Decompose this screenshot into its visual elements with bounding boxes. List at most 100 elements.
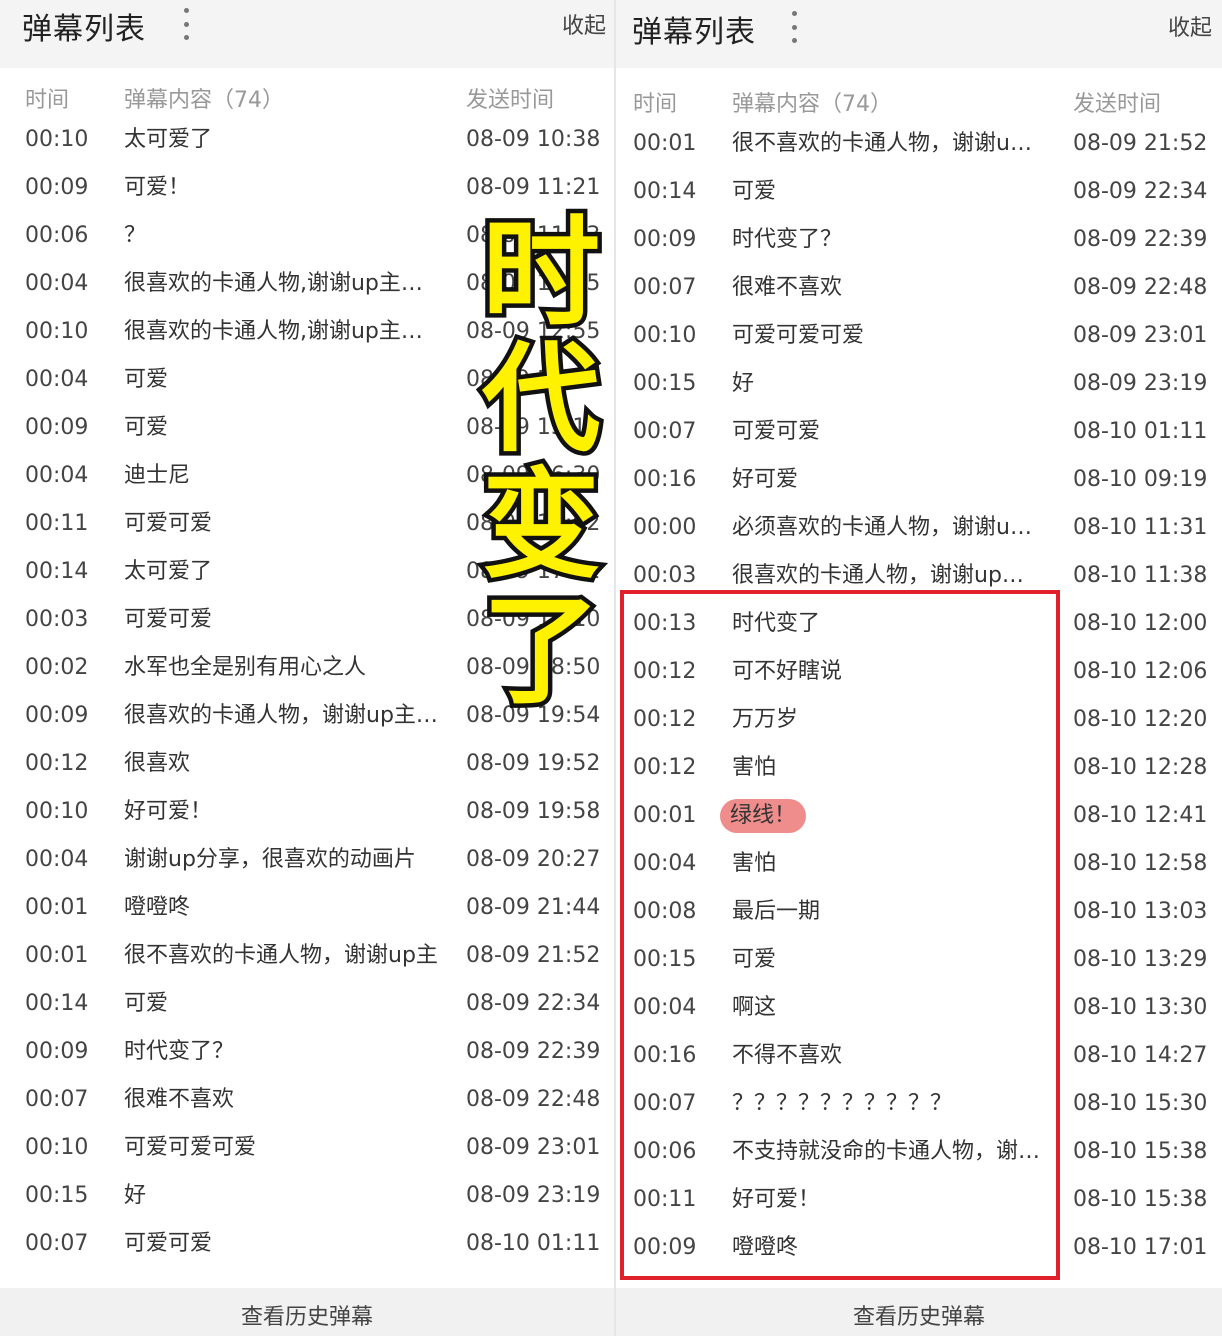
danmaku-video-time: 00:15 bbox=[633, 947, 697, 972]
danmaku-row[interactable]: 00:07 ？？？？？？？？？？ 08-10 15:30 bbox=[616, 1080, 1222, 1128]
danmaku-content: 可爱 bbox=[124, 415, 169, 440]
danmaku-row[interactable]: 00:04 啊这 08-10 13:30 bbox=[616, 984, 1222, 1032]
column-content: 弹幕内容（74） bbox=[124, 88, 284, 113]
danmaku-row[interactable]: 00:15 好 08-09 23:19 bbox=[0, 1172, 614, 1220]
danmaku-row[interactable]: 00:12 很喜欢 08-09 19:52 bbox=[0, 740, 614, 788]
danmaku-video-time: 00:10 bbox=[25, 127, 89, 152]
danmaku-row[interactable]: 00:12 害怕 08-10 12:28 bbox=[616, 744, 1222, 792]
column-sent-time: 发送时间 bbox=[1073, 92, 1162, 117]
danmaku-video-time: 00:16 bbox=[633, 467, 697, 492]
danmaku-row[interactable]: 00:04 害怕 08-10 12:58 bbox=[616, 840, 1222, 888]
panel-title: 弹幕列表 bbox=[22, 12, 146, 47]
danmaku-row[interactable]: 00:07 很难不喜欢 08-09 22:48 bbox=[0, 1076, 614, 1124]
danmaku-video-time: 00:13 bbox=[633, 611, 697, 636]
danmaku-row[interactable]: 00:08 最后一期 08-10 13:03 bbox=[616, 888, 1222, 936]
danmaku-row[interactable]: 00:09 时代变了？ 08-09 22:39 bbox=[616, 216, 1222, 264]
danmaku-sent-time: 08-09 12:55 bbox=[466, 319, 601, 344]
danmaku-video-time: 00:07 bbox=[633, 275, 697, 300]
danmaku-video-time: 00:02 bbox=[25, 655, 89, 680]
danmaku-video-time: 00:12 bbox=[633, 755, 697, 780]
danmaku-row[interactable]: 00:10 太可爱了 08-09 10:38 bbox=[0, 116, 614, 164]
danmaku-row[interactable]: 00:01 很不喜欢的卡通人物，谢谢up主 08-09 21:52 bbox=[0, 932, 614, 980]
danmaku-row[interactable]: 00:09 很喜欢的卡通人物，谢谢up主分享 08-09 19:54 bbox=[0, 692, 614, 740]
danmaku-sent-time: 08-10 14:27 bbox=[1073, 1043, 1208, 1068]
danmaku-row[interactable]: 00:02 水军也全是别有用心之人 08-09 18:50 bbox=[0, 644, 614, 692]
danmaku-row[interactable]: 00:07 可爱可爱 08-10 01:11 bbox=[0, 1220, 614, 1268]
danmaku-content: 可爱可爱 bbox=[732, 419, 821, 444]
danmaku-sent-time: 08-09 17:02 bbox=[466, 511, 601, 536]
danmaku-row[interactable]: 00:15 好 08-09 23:19 bbox=[616, 360, 1222, 408]
panel-header: 弹幕列表 收起 bbox=[0, 0, 614, 68]
danmaku-row[interactable]: 00:01 噔噔咚 08-09 21:44 bbox=[0, 884, 614, 932]
danmaku-row[interactable]: 00:01 很不喜欢的卡通人物，谢谢up主 08-09 21:52 bbox=[616, 120, 1222, 168]
danmaku-sent-time: 08-10 15:38 bbox=[1073, 1187, 1208, 1212]
danmaku-row[interactable]: 00:15 可爱 08-10 13:29 bbox=[616, 936, 1222, 984]
danmaku-row[interactable]: 00:10 好可爱！ 08-09 19:58 bbox=[0, 788, 614, 836]
danmaku-sent-time: 08-09 21:52 bbox=[466, 943, 601, 968]
danmaku-sent-time: 08-10 13:30 bbox=[1073, 995, 1208, 1020]
danmaku-sent-time: 08-09 12:05 bbox=[466, 271, 601, 296]
danmaku-row[interactable]: 00:11 可爱可爱 08-09 17:02 bbox=[0, 500, 614, 548]
panel-header: 弹幕列表 收起 bbox=[616, 0, 1222, 68]
danmaku-row[interactable]: 00:10 可爱可爱可爱 08-09 23:01 bbox=[0, 1124, 614, 1172]
danmaku-video-time: 00:12 bbox=[633, 659, 697, 684]
danmaku-row[interactable]: 00:10 很喜欢的卡通人物,谢谢up主分享 08-09 12:55 bbox=[0, 308, 614, 356]
danmaku-row[interactable]: 00:01 绿线！ 08-10 12:41 bbox=[616, 792, 1222, 840]
danmaku-row[interactable]: 00:12 万万岁 08-10 12:20 bbox=[616, 696, 1222, 744]
danmaku-sent-time: 08-10 17:01 bbox=[1073, 1235, 1208, 1260]
danmaku-row[interactable]: 00:00 必须喜欢的卡通人物，谢谢up主 08-10 11:31 bbox=[616, 504, 1222, 552]
danmaku-content: 好可爱！ bbox=[124, 799, 213, 824]
danmaku-sent-time: 08-09 11:21 bbox=[466, 175, 601, 200]
more-options-icon[interactable] bbox=[181, 8, 191, 40]
danmaku-content: 可不好瞎说 bbox=[732, 659, 843, 684]
danmaku-content: 可爱可爱可爱 bbox=[124, 1135, 257, 1160]
panel-title: 弹幕列表 bbox=[632, 15, 756, 50]
danmaku-row[interactable]: 00:09 可爱 08-09 15:10 bbox=[0, 404, 614, 452]
danmaku-row[interactable]: 00:09 时代变了？ 08-09 22:39 bbox=[0, 1028, 614, 1076]
danmaku-video-time: 00:10 bbox=[633, 323, 697, 348]
danmaku-row[interactable]: 00:16 不得不喜欢 08-10 14:27 bbox=[616, 1032, 1222, 1080]
danmaku-row[interactable]: 00:09 可爱！ 08-09 11:21 bbox=[0, 164, 614, 212]
danmaku-video-time: 00:07 bbox=[633, 1091, 697, 1116]
collapse-button[interactable]: 收起 bbox=[562, 8, 606, 40]
danmaku-row[interactable]: 00:10 可爱可爱可爱 08-09 23:01 bbox=[616, 312, 1222, 360]
danmaku-video-time: 00:01 bbox=[25, 895, 89, 920]
more-options-icon[interactable] bbox=[789, 11, 799, 43]
danmaku-row[interactable]: 00:06 不支持就没命的卡通人物，谢谢up主 08-10 15:38 bbox=[616, 1128, 1222, 1176]
danmaku-video-time: 00:06 bbox=[633, 1139, 697, 1164]
danmaku-row[interactable]: 00:12 可不好瞎说 08-10 12:06 bbox=[616, 648, 1222, 696]
danmaku-row[interactable]: 00:03 很喜欢的卡通人物，谢谢up主分享 08-10 11:38 bbox=[616, 552, 1222, 600]
danmaku-row[interactable]: 00:13 时代变了 08-10 12:00 bbox=[616, 600, 1222, 648]
danmaku-row[interactable]: 00:04 迪士尼 08-09 16:30 bbox=[0, 452, 614, 500]
danmaku-content: 可爱可爱 bbox=[124, 1231, 213, 1256]
danmaku-row[interactable]: 00:03 可爱可爱 08-09 18:10 bbox=[0, 596, 614, 644]
danmaku-row[interactable]: 00:14 可爱 08-09 22:34 bbox=[616, 168, 1222, 216]
danmaku-row[interactable]: 00:09 噔噔咚 08-10 17:01 bbox=[616, 1224, 1222, 1272]
danmaku-content: 可爱 bbox=[732, 947, 777, 972]
danmaku-row[interactable]: 00:07 很难不喜欢 08-09 22:48 bbox=[616, 264, 1222, 312]
danmaku-content: 可爱可爱可爱 bbox=[732, 323, 865, 348]
danmaku-video-time: 00:15 bbox=[25, 1183, 89, 1208]
danmaku-row[interactable]: 00:06 ？ 08-09 11:23 bbox=[0, 212, 614, 260]
danmaku-row[interactable]: 00:16 好可爱 08-10 09:19 bbox=[616, 456, 1222, 504]
danmaku-sent-time: 08-09 22:48 bbox=[466, 1087, 601, 1112]
collapse-button[interactable]: 收起 bbox=[1168, 10, 1212, 42]
view-history-button[interactable]: 查看历史弹幕 bbox=[0, 1288, 614, 1336]
danmaku-row[interactable]: 00:04 可爱 08-09 14:02 bbox=[0, 356, 614, 404]
danmaku-row[interactable]: 00:04 谢谢up分享，很喜欢的动画片 08-09 20:27 bbox=[0, 836, 614, 884]
view-history-button[interactable]: 查看历史弹幕 bbox=[616, 1288, 1222, 1336]
danmaku-sent-time: 08-09 19:54 bbox=[466, 703, 601, 728]
danmaku-content: 迪士尼 bbox=[124, 463, 191, 488]
danmaku-content: 很难不喜欢 bbox=[124, 1087, 235, 1112]
danmaku-row[interactable]: 00:07 可爱可爱 08-10 01:11 bbox=[616, 408, 1222, 456]
danmaku-video-time: 00:03 bbox=[25, 607, 89, 632]
danmaku-row[interactable]: 00:04 很喜欢的卡通人物,谢谢up主分享 08-09 12:05 bbox=[0, 260, 614, 308]
danmaku-content: 最后一期 bbox=[732, 899, 821, 924]
danmaku-row[interactable]: 00:14 可爱 08-09 22:34 bbox=[0, 980, 614, 1028]
danmaku-content: 好可爱！ bbox=[732, 1187, 821, 1212]
danmaku-video-time: 00:10 bbox=[25, 319, 89, 344]
danmaku-row[interactable]: 00:11 好可爱！ 08-10 15:38 bbox=[616, 1176, 1222, 1224]
danmaku-row[interactable]: 00:14 太可爱了 08-09 17:32 bbox=[0, 548, 614, 596]
danmaku-content: 很不喜欢的卡通人物，谢谢up主 bbox=[124, 943, 438, 968]
danmaku-content-highlighted: 绿线！ bbox=[720, 799, 807, 833]
